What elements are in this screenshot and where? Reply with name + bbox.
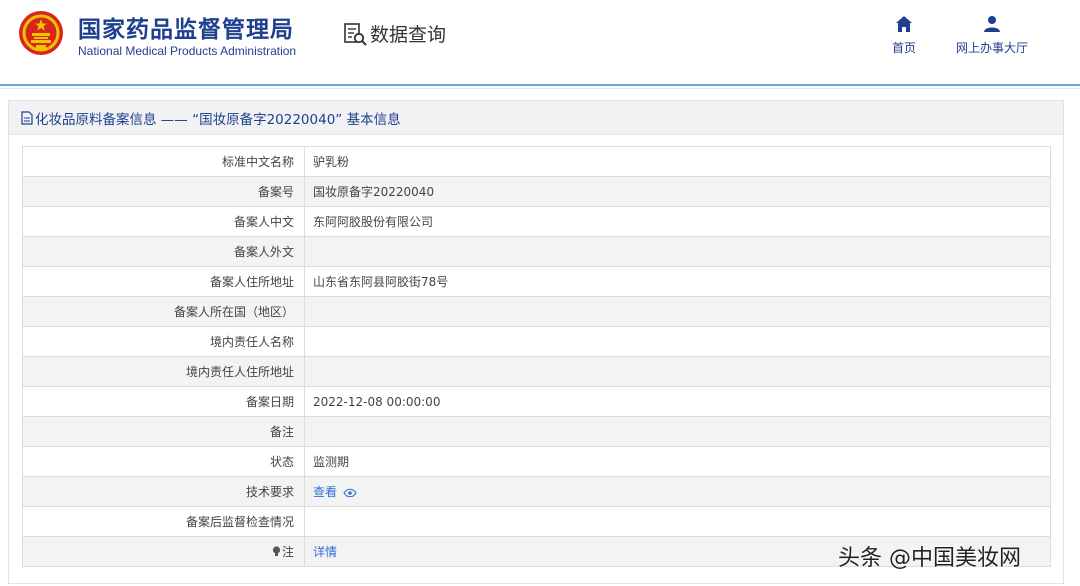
details-link[interactable]: 详情 <box>313 545 337 559</box>
nav-hall-label: 网上办事大厅 <box>955 41 1028 55</box>
field-label: 备案日期 <box>22 386 305 417</box>
document-icon <box>21 110 33 125</box>
table-row: 备注 <box>22 416 1051 447</box>
field-label: 技术要求 <box>22 476 305 507</box>
table-row: 境内责任人住所地址 <box>22 356 1051 387</box>
table-row: 备案人住所地址 山东省东阿县阿胶街78号 <box>22 266 1051 297</box>
field-label: 备案人外文 <box>22 236 305 267</box>
national-emblem-icon <box>19 11 63 55</box>
field-value <box>304 506 1051 537</box>
field-label: 备案人住所地址 <box>22 266 305 297</box>
table-row: 标准中文名称 驴乳粉 <box>22 146 1051 177</box>
field-value: 监测期 <box>304 446 1051 477</box>
field-value: 东阿阿胶股份有限公司 <box>304 206 1051 237</box>
site-header: 国家药品监督管理局 National Medical Products Admi… <box>0 0 1080 89</box>
nav-home-label: 首页 <box>891 41 916 55</box>
lightbulb-icon <box>272 546 281 556</box>
field-value: 国妆原备字20220040 <box>304 176 1051 207</box>
nav-online-service-hall[interactable]: 网上办事大厅 <box>947 15 1037 56</box>
org-name-cn[interactable]: 国家药品监督管理局 <box>78 10 294 44</box>
field-label: 备案人所在国（地区） <box>22 296 305 327</box>
field-value: 查看 <box>304 476 1051 507</box>
field-value: 2022-12-08 00:00:00 <box>304 386 1051 417</box>
field-value <box>304 326 1051 357</box>
record-detail-table: 标准中文名称 驴乳粉 备案号 国妆原备字20220040 备案人中文 东阿阿胶股… <box>22 146 1051 567</box>
field-label: 备案号 <box>22 176 305 207</box>
table-row: 备案人外文 <box>22 236 1051 267</box>
record-panel: 化妆品原料备案信息 —— “国妆原备字20220040” 基本信息 标准中文名称… <box>8 100 1064 584</box>
field-value <box>304 416 1051 447</box>
table-row: 状态 监测期 <box>22 446 1051 477</box>
field-value <box>304 296 1051 327</box>
panel-title: 化妆品原料备案信息 —— “国妆原备字20220040” 基本信息 <box>9 101 1063 135</box>
field-label: 备案人中文 <box>22 206 305 237</box>
field-value <box>304 236 1051 267</box>
watermark: 头条 @中国美妆网 <box>838 546 1021 571</box>
field-value: 山东省东阿县阿胶街78号 <box>304 266 1051 297</box>
field-label: 备注 <box>22 416 305 447</box>
field-label: 标准中文名称 <box>22 146 305 177</box>
field-label-note: 注 <box>22 536 305 567</box>
field-value <box>304 356 1051 387</box>
org-name-en[interactable]: National Medical Products Administration <box>78 44 296 58</box>
field-label: 备案后监督检查情况 <box>22 506 305 537</box>
view-tech-requirements-link[interactable]: 查看 <box>313 485 357 499</box>
field-label: 境内责任人住所地址 <box>22 356 305 387</box>
home-icon <box>896 16 912 32</box>
document-search-icon <box>344 22 367 46</box>
table-row: 备案人中文 东阿阿胶股份有限公司 <box>22 206 1051 237</box>
table-row: 备案号 国妆原备字20220040 <box>22 176 1051 207</box>
field-value: 驴乳粉 <box>304 146 1051 177</box>
nav-home[interactable]: 首页 <box>859 15 949 56</box>
data-query-title: 数据查询 <box>342 20 446 47</box>
table-row: 备案日期 2022-12-08 00:00:00 <box>22 386 1051 417</box>
field-label: 状态 <box>22 446 305 477</box>
field-label: 境内责任人名称 <box>22 326 305 357</box>
table-row: 备案后监督检查情况 <box>22 506 1051 537</box>
note-label: 注 <box>281 545 294 559</box>
page-label: 数据查询 <box>370 24 447 46</box>
table-row: 技术要求 查看 <box>22 476 1051 507</box>
user-icon <box>984 16 1000 32</box>
view-link-label: 查看 <box>313 485 338 499</box>
eye-icon <box>343 488 357 497</box>
panel-title-text: 化妆品原料备案信息 —— “国妆原备字20220040” 基本信息 <box>35 111 401 128</box>
table-row: 备案人所在国（地区） <box>22 296 1051 327</box>
table-row: 境内责任人名称 <box>22 326 1051 357</box>
